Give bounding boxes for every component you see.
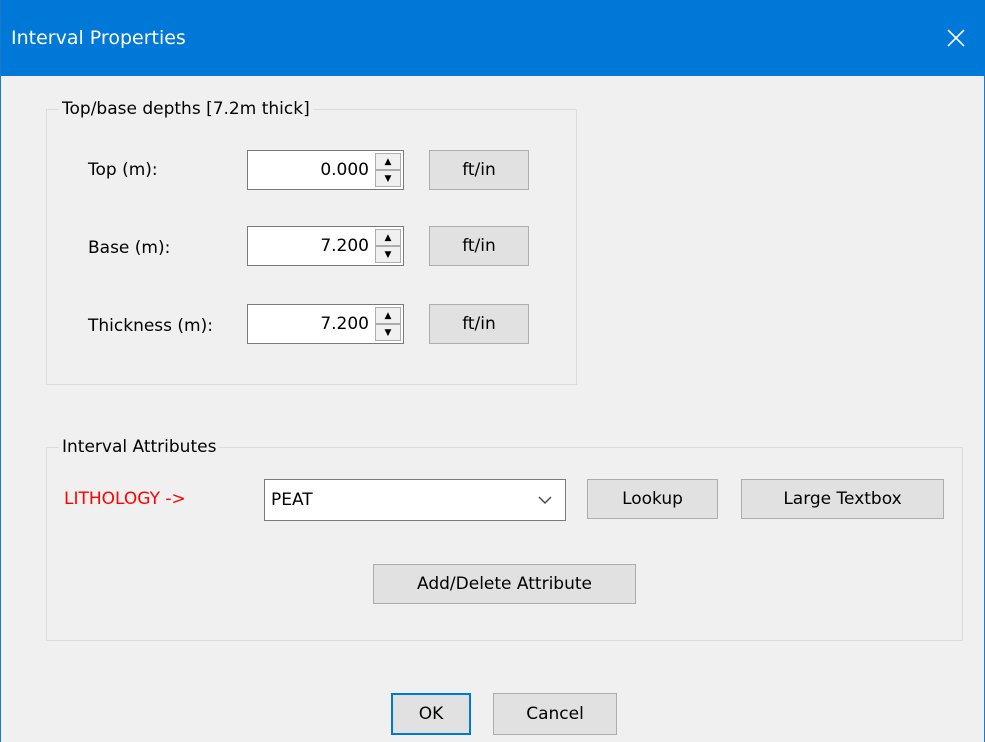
close-button[interactable] (926, 10, 985, 66)
ok-button[interactable]: OK (391, 693, 471, 735)
depths-group-legend: Top/base depths [7.2m thick] (59, 97, 313, 121)
lithology-dropdown[interactable]: PEAT (264, 479, 566, 521)
spin-up-icon[interactable]: ▲ (375, 153, 401, 170)
base-ft-in-button[interactable]: ft/in (429, 226, 529, 266)
spin-up-icon[interactable]: ▲ (375, 307, 401, 324)
cancel-button[interactable]: Cancel (493, 693, 617, 735)
spin-up-icon[interactable]: ▲ (375, 229, 401, 246)
interval-properties-dialog: Interval Properties Top/base depths [7.2… (0, 0, 985, 742)
chevron-down-icon (535, 490, 555, 510)
large-textbox-button[interactable]: Large Textbox (741, 479, 944, 519)
lithology-value: PEAT (271, 490, 313, 510)
spin-down-icon[interactable]: ▼ (375, 324, 401, 341)
top-spinner: ▲ ▼ (375, 153, 401, 187)
attributes-group: Interval Attributes (46, 435, 963, 641)
top-label: Top (m): (88, 160, 158, 180)
base-label: Base (m): (88, 238, 171, 258)
lookup-button[interactable]: Lookup (587, 479, 718, 519)
base-spinner: ▲ ▼ (375, 229, 401, 263)
thickness-input[interactable]: 7.200 ▲ ▼ (247, 304, 404, 344)
thickness-value: 7.200 (320, 314, 369, 334)
title-bar[interactable]: Interval Properties (1, 0, 985, 76)
close-icon (947, 29, 965, 47)
spin-down-icon[interactable]: ▼ (375, 246, 401, 263)
base-value: 7.200 (320, 236, 369, 256)
top-input[interactable]: 0.000 ▲ ▼ (247, 150, 404, 190)
attributes-group-legend: Interval Attributes (59, 435, 220, 459)
thickness-ft-in-button[interactable]: ft/in (429, 304, 529, 344)
base-input[interactable]: 7.200 ▲ ▼ (247, 226, 404, 266)
thickness-spinner: ▲ ▼ (375, 307, 401, 341)
lithology-label: LITHOLOGY -> (64, 489, 186, 509)
spin-down-icon[interactable]: ▼ (375, 170, 401, 187)
add-delete-attribute-button[interactable]: Add/Delete Attribute (373, 564, 636, 604)
window-title: Interval Properties (11, 27, 186, 49)
top-ft-in-button[interactable]: ft/in (429, 150, 529, 190)
top-value: 0.000 (320, 160, 369, 180)
thickness-label: Thickness (m): (88, 316, 213, 336)
